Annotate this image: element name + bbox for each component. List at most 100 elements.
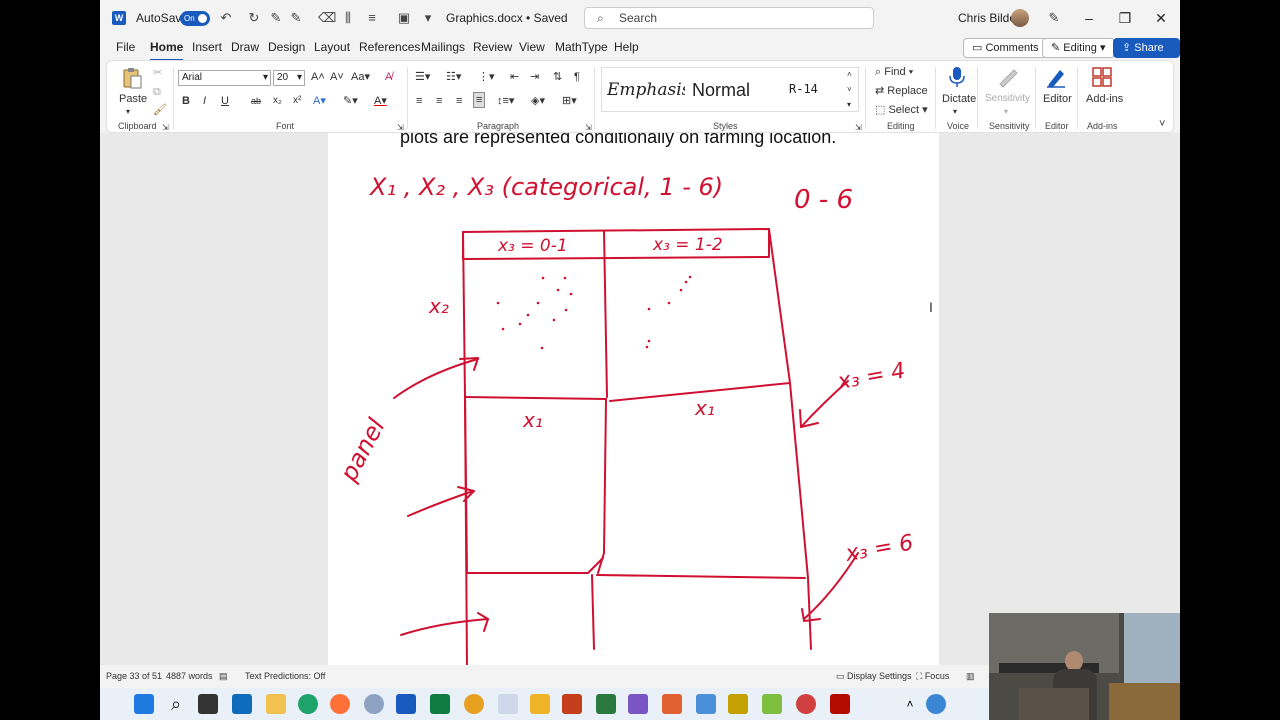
justify-icon[interactable]: ≡ (473, 92, 486, 108)
grow-font-icon[interactable]: A˄ (311, 70, 325, 84)
clear-formatting-icon[interactable]: A̸ (385, 70, 392, 84)
redo-icon[interactable]: ↻ (246, 10, 262, 26)
align-center-icon[interactable]: ≡ (436, 94, 442, 108)
superscript-button[interactable]: x² (293, 94, 301, 108)
pen-settings-icon[interactable]: ✎ (1046, 10, 1062, 26)
borders-icon[interactable]: ⊞▾ (562, 94, 577, 108)
file-explorer-icon[interactable] (266, 694, 286, 714)
comments-button[interactable]: ▭ Comments (963, 38, 1048, 58)
tab-design[interactable]: Design (268, 40, 305, 58)
app-icon[interactable] (762, 694, 782, 714)
app-icon[interactable] (628, 694, 648, 714)
tab-insert[interactable]: Insert (192, 40, 222, 58)
tab-home[interactable]: Home (150, 40, 184, 61)
tab-mathtype[interactable]: MathType (555, 40, 608, 58)
columns-icon[interactable]: ⫼ (340, 10, 356, 26)
line-spacing-icon[interactable]: ↕≡▾ (497, 94, 514, 108)
editor-icon[interactable] (1045, 66, 1067, 88)
font-size-combo[interactable]: 20 ▾ (273, 70, 305, 86)
tab-layout[interactable]: Layout (314, 40, 350, 58)
autosave-toggle[interactable]: On (180, 11, 210, 26)
notepad-icon[interactable] (696, 694, 716, 714)
tab-help[interactable]: Help (614, 40, 639, 58)
find-button[interactable]: ⌕ Find ▾ (875, 65, 913, 79)
start-icon[interactable] (134, 694, 154, 714)
editor-label[interactable]: Editor (1043, 92, 1072, 106)
app-icon[interactable] (728, 694, 748, 714)
tab-file[interactable]: File (116, 40, 135, 58)
select-button[interactable]: ⬚ Select ▾ (875, 103, 928, 117)
subscript-button[interactable]: x₂ (273, 94, 282, 108)
word-icon[interactable] (396, 694, 416, 714)
onedrive-icon[interactable] (926, 694, 946, 714)
styles-scroll-up-icon[interactable]: ˄ (847, 68, 852, 82)
paste-icon[interactable] (121, 67, 143, 89)
underline-button[interactable]: U (221, 94, 229, 108)
shading-icon[interactable]: ◈▾ (531, 94, 545, 108)
chevron-up-icon[interactable]: ˄ (900, 694, 920, 714)
dictate-label[interactable]: Dictate (942, 92, 976, 106)
change-case-icon[interactable]: Aa▾ (351, 70, 370, 84)
bullets-icon[interactable]: ☰▾ (415, 70, 430, 84)
app-icon[interactable] (596, 694, 616, 714)
replace-button[interactable]: ⇄ Replace (875, 84, 928, 98)
focus-button[interactable]: ⛶ Focus (916, 665, 949, 688)
styles-scroll-down-icon[interactable]: ˅ (847, 83, 852, 97)
paste-label[interactable]: Paste (119, 92, 147, 106)
eraser-icon[interactable]: ⌫ (318, 10, 336, 26)
bold-button[interactable]: B (182, 94, 190, 108)
font-name-combo[interactable]: Arial ▾ (178, 70, 271, 86)
decrease-indent-icon[interactable]: ⇤ (510, 70, 519, 84)
avatar[interactable] (1011, 9, 1029, 27)
app-icon[interactable] (662, 694, 682, 714)
tab-references[interactable]: References (359, 40, 420, 58)
word-count[interactable]: 4887 words (166, 665, 213, 688)
outlook-icon[interactable] (232, 694, 252, 714)
addins-icon[interactable] (1091, 66, 1113, 88)
style-r14[interactable]: R-14 (789, 82, 818, 96)
font-color-icon[interactable]: A▾ (374, 94, 387, 108)
close-icon[interactable]: ✕ (1144, 0, 1178, 36)
strikethrough-button[interactable]: ab (251, 94, 261, 108)
document-title[interactable]: Graphics.docx • Saved (446, 0, 568, 36)
collapse-ribbon-icon[interactable]: ˅ (1159, 117, 1165, 131)
styles-more-icon[interactable]: ▾ (847, 98, 851, 112)
search-box[interactable]: ⌕ Search (584, 7, 874, 29)
document-area[interactable]: plots are represented conditionally on f… (100, 133, 1180, 665)
sort-icon[interactable]: ⇅ (553, 70, 562, 84)
shrink-font-icon[interactable]: A˅ (330, 70, 344, 84)
tab-view[interactable]: View (519, 40, 545, 58)
dictate-dropdown-icon[interactable]: ▾ (953, 105, 957, 119)
search-icon[interactable]: ⌕ (166, 694, 186, 714)
cut-icon[interactable]: ✂ (153, 66, 162, 80)
task-view-icon[interactable] (198, 694, 218, 714)
align-left-icon[interactable]: ≡ (416, 94, 422, 108)
numbering-icon[interactable]: ☷▾ (446, 70, 461, 84)
document-page[interactable]: plots are represented conditionally on f… (328, 133, 939, 665)
r-icon[interactable] (364, 694, 384, 714)
excel-icon[interactable] (430, 694, 450, 714)
multilevel-list-icon[interactable]: ⋮▾ (478, 70, 495, 84)
style-emphasis[interactable]: Emphasis (607, 80, 685, 100)
increase-indent-icon[interactable]: ⇥ (530, 70, 539, 84)
firefox-icon[interactable] (330, 694, 350, 714)
highlighter-icon[interactable]: ✎ (288, 10, 304, 26)
tab-draw[interactable]: Draw (231, 40, 259, 58)
pen-icon[interactable]: ✎ (268, 10, 284, 26)
read-mode-icon[interactable]: ▥ (966, 665, 975, 688)
show-formatting-icon[interactable]: ¶ (574, 70, 580, 84)
addins-label[interactable]: Add-ins (1086, 92, 1123, 106)
proofing-icon[interactable]: ▤ (219, 665, 228, 688)
display-settings-button[interactable]: ▭ Display Settings (836, 665, 912, 688)
italic-button[interactable]: I (203, 94, 206, 108)
pdf-icon[interactable] (562, 694, 582, 714)
acrobat-icon[interactable] (830, 694, 850, 714)
tab-mailings[interactable]: Mailings (421, 40, 465, 58)
tab-review[interactable]: Review (473, 40, 512, 58)
highlight-color-icon[interactable]: ✎▾ (343, 94, 358, 108)
text-predictions-status[interactable]: Text Predictions: Off (245, 665, 325, 688)
editing-mode-button[interactable]: ✎ Editing ▾ (1042, 38, 1115, 58)
qat-more-icon[interactable]: ▾ (420, 10, 436, 26)
copy-icon[interactable]: ⧉ (153, 85, 161, 99)
format-painter-icon[interactable]: 🖌 (153, 103, 167, 117)
